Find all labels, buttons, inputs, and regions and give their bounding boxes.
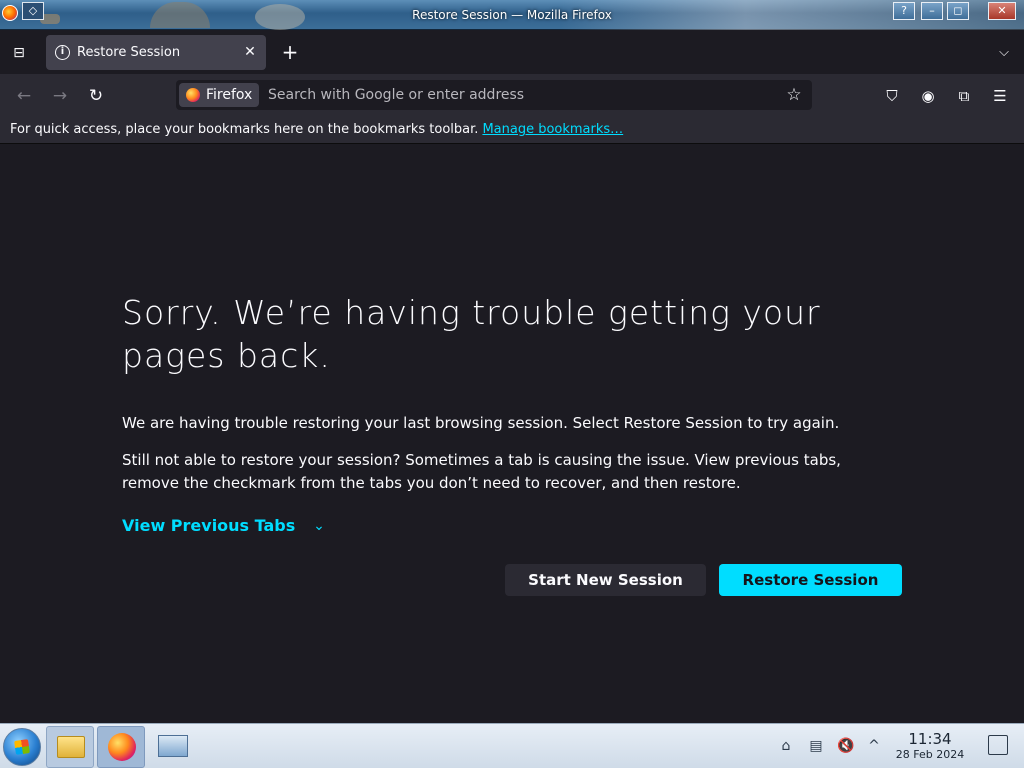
pocket-icon[interactable]: ⛉	[880, 84, 904, 108]
show-desktop-icon[interactable]	[988, 735, 1008, 755]
taskbar-firefox[interactable]	[97, 726, 145, 768]
page-title: Sorry. We’re having trouble getting your…	[122, 293, 821, 375]
clock-time[interactable]: 11:34	[880, 730, 980, 748]
volume-muted-icon[interactable]: 🔇	[835, 735, 857, 757]
clipboard-icon[interactable]: ▤	[805, 735, 827, 757]
taskbar-system-settings[interactable]	[148, 726, 196, 768]
bookmarks-hint: For quick access, place your bookmarks h…	[10, 116, 623, 143]
firefox-icon	[108, 733, 136, 761]
clock-date[interactable]: 28 Feb 2024	[880, 748, 980, 761]
list-all-tabs-button[interactable]: ⊟	[8, 42, 30, 64]
bookmarks-toolbar: For quick access, place your bookmarks h…	[0, 116, 1024, 144]
identity-box[interactable]: Firefox	[179, 83, 259, 107]
tab-restore-session[interactable]: i Restore Session ✕	[46, 35, 266, 70]
minimize-button[interactable]: –	[921, 2, 943, 20]
back-button[interactable]: ←	[11, 83, 37, 109]
bookmarks-hint-text: For quick access, place your bookmarks h…	[10, 122, 479, 137]
view-previous-tabs-toggle[interactable]: View Previous Tabs	[122, 515, 295, 537]
taskbar-file-manager[interactable]	[46, 726, 94, 768]
tab-overflow-chevron-icon[interactable]: ⌵	[993, 42, 1015, 64]
account-icon[interactable]: ◉	[916, 84, 940, 108]
bookmark-star-icon[interactable]: ☆	[782, 83, 806, 107]
page-content: Sorry. We’re having trouble getting your…	[0, 145, 1024, 723]
firefox-logo-icon	[186, 88, 200, 102]
desktop-screen: ◇ Restore Session — Mozilla Firefox ? – …	[0, 0, 1024, 768]
tab-label: Restore Session	[77, 45, 181, 60]
window-title: Restore Session — Mozilla Firefox	[412, 8, 612, 22]
app-menu-icon[interactable]: ☰	[988, 84, 1012, 108]
identity-label: Firefox	[206, 87, 253, 103]
address-bar[interactable]: Firefox ☆	[176, 80, 812, 110]
help-button[interactable]: ?	[893, 2, 915, 20]
folder-icon	[57, 736, 85, 758]
extensions-icon[interactable]: ⧉	[952, 84, 976, 108]
manage-bookmarks-link[interactable]: Manage bookmarks…	[482, 122, 623, 137]
network-icon[interactable]: ⌂	[775, 735, 797, 757]
taskbar: ⌂ ▤ 🔇 ^ 11:34 28 Feb 2024	[0, 723, 1024, 768]
reload-button[interactable]: ↻	[83, 83, 109, 109]
tab-strip: ⊟ i Restore Session ✕ + ⌵	[0, 30, 1024, 74]
window-titlebar[interactable]: ◇ Restore Session — Mozilla Firefox ? – …	[0, 0, 1024, 30]
start-new-session-button[interactable]: Start New Session	[505, 564, 706, 596]
restore-session-button[interactable]: Restore Session	[719, 564, 902, 596]
new-tab-button[interactable]: +	[279, 42, 301, 64]
close-window-button[interactable]: ✕	[988, 2, 1016, 20]
system-settings-icon	[158, 735, 188, 757]
navigation-toolbar: ← → ↻ Firefox ☆ ⛉ ◉ ⧉ ☰	[0, 74, 1024, 116]
info-icon: i	[55, 45, 70, 60]
close-tab-icon[interactable]: ✕	[240, 42, 260, 62]
maximize-button[interactable]: ◻	[947, 2, 969, 20]
chevron-down-icon[interactable]: ⌄	[310, 515, 328, 537]
forward-button[interactable]: →	[47, 83, 73, 109]
restore-description: We are having trouble restoring your las…	[122, 414, 840, 432]
start-menu-button[interactable]	[3, 728, 41, 766]
url-input[interactable]	[268, 83, 768, 107]
restore-help-text: Still not able to restore your session? …	[122, 451, 841, 492]
